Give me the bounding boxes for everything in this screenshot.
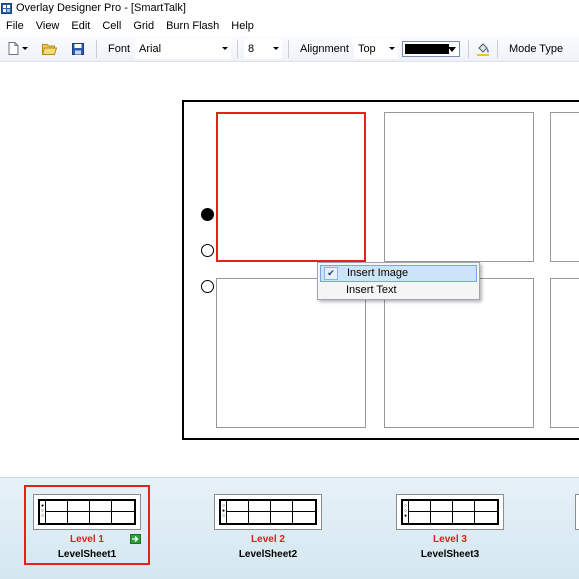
text-color-picker[interactable] xyxy=(401,40,460,57)
fill-color-button[interactable] xyxy=(475,39,491,59)
new-document-icon xyxy=(8,42,19,55)
level-card-1[interactable]: ● ○ ○ Level 1 LevelSheet1 xyxy=(24,485,150,565)
level-label: Level 2 xyxy=(251,534,285,545)
menu-file[interactable]: File xyxy=(2,16,32,36)
font-size-select[interactable]: 8 xyxy=(244,38,283,59)
grid-cell-r2c1[interactable] xyxy=(216,278,366,428)
menu-edit[interactable]: Edit xyxy=(67,16,98,36)
level-card-2[interactable]: ○ ● ○ Level 2 LevelSheet2 xyxy=(205,485,331,565)
menu-bar: File View Edit Cell Grid Burn Flash Help xyxy=(0,16,579,36)
grid-cell-r1c2[interactable] xyxy=(384,112,534,262)
menu-view[interactable]: View xyxy=(32,16,68,36)
save-button[interactable] xyxy=(66,39,90,59)
alignment-select[interactable]: Top xyxy=(353,38,398,59)
design-canvas: ✔ Insert Image Insert Text xyxy=(0,62,579,477)
open-folder-icon xyxy=(41,43,57,55)
level-label: Level 3 xyxy=(433,534,467,545)
toolbar-separator xyxy=(288,39,290,58)
level-sheet-name: LevelSheet1 xyxy=(57,549,117,560)
title-bar: Overlay Designer Pro - [SmartTalk] xyxy=(0,0,579,16)
open-button[interactable] xyxy=(36,39,62,59)
level-sheet-name: LevelSheet2 xyxy=(238,549,298,560)
paint-bucket-icon xyxy=(476,42,489,56)
alignment-value: Top xyxy=(357,42,376,55)
toolbar-separator xyxy=(496,39,498,58)
toolbar-separator xyxy=(467,39,469,58)
font-label: Font xyxy=(108,42,131,55)
color-swatch xyxy=(404,43,449,54)
level-thumbnail: ○ ○ ● xyxy=(396,494,504,530)
menu-item-label: Insert Text xyxy=(346,284,397,296)
menu-item-insert-text[interactable]: Insert Text xyxy=(320,282,477,299)
checkmark-icon: ✔ xyxy=(324,267,338,280)
menu-grid[interactable]: Grid xyxy=(129,16,162,36)
app-icon xyxy=(1,2,12,14)
level-sheet-name: LevelSheet3 xyxy=(420,549,480,560)
level-thumbnail: ● ○ ○ xyxy=(33,494,141,530)
menu-cell[interactable]: Cell xyxy=(98,16,129,36)
grid-cell-r2c2[interactable] xyxy=(384,278,534,428)
toolbar: Font Arial 8 Alignment Top Mode Type xyxy=(0,36,579,62)
font-select-value: Arial xyxy=(139,42,162,55)
new-document-button[interactable] xyxy=(4,39,32,59)
font-size-value: 8 xyxy=(248,42,255,55)
level-card-4-partial[interactable] xyxy=(575,494,579,530)
chevron-down-icon xyxy=(388,46,395,50)
chevron-down-icon xyxy=(447,46,456,52)
mode-type-label: Mode Type xyxy=(508,42,564,55)
chevron-down-icon xyxy=(222,46,229,50)
cell-context-menu: ✔ Insert Image Insert Text xyxy=(317,262,480,300)
alignment-label: Alignment xyxy=(300,42,349,55)
level-sheets-panel: ● ○ ○ Level 1 LevelSheet1 ○ ● ○ Level 2 Leve xyxy=(0,478,579,579)
grid-cell-r1c3[interactable] xyxy=(550,112,579,262)
menu-help[interactable]: Help xyxy=(227,16,262,36)
save-icon xyxy=(72,42,84,55)
window-title: Overlay Designer Pro - [SmartTalk] xyxy=(16,2,186,14)
grid-cell-r1c1[interactable] xyxy=(216,112,366,262)
chevron-down-icon xyxy=(273,46,280,50)
level-indicator-1[interactable] xyxy=(201,208,214,221)
level-indicator-2[interactable] xyxy=(201,244,214,257)
toolbar-separator xyxy=(237,39,239,58)
app-window: Overlay Designer Pro - [SmartTalk] File … xyxy=(0,0,579,579)
menu-item-insert-image[interactable]: ✔ Insert Image xyxy=(320,265,477,282)
level-indicator-3[interactable] xyxy=(201,280,214,293)
chevron-down-icon xyxy=(22,47,28,50)
menu-item-label: Insert Image xyxy=(347,267,409,279)
level-thumbnail: ○ ● ○ xyxy=(214,494,322,530)
font-select[interactable]: Arial xyxy=(135,38,232,59)
go-arrow-icon[interactable] xyxy=(130,534,141,544)
grid-cell-r2c3[interactable] xyxy=(550,278,579,428)
level-card-3[interactable]: ○ ○ ● Level 3 LevelSheet3 xyxy=(387,485,513,565)
toolbar-separator xyxy=(96,39,97,58)
menu-burn-flash[interactable]: Burn Flash xyxy=(162,16,227,36)
